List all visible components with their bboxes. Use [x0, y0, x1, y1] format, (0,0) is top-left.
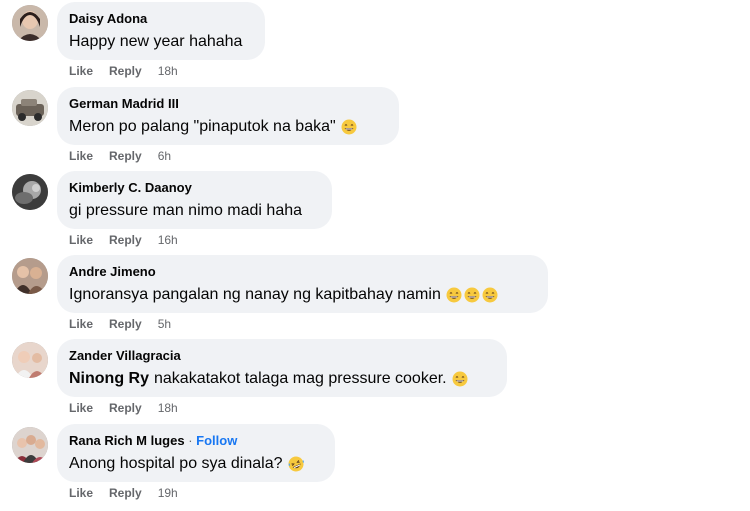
commenter-name[interactable]: Daisy Adona	[69, 11, 147, 26]
comment-actions: Like Reply 18h	[69, 400, 178, 416]
avatar[interactable]	[12, 427, 48, 463]
comment-actions: Like Reply 16h	[69, 232, 178, 248]
comment-bubble: German Madrid III Meron po palang "pinap…	[57, 87, 399, 145]
like-button[interactable]: Like	[69, 317, 93, 331]
comment-timestamp[interactable]: 18h	[158, 401, 178, 415]
commenter-name[interactable]: Rana Rich M luges	[69, 433, 185, 448]
commenter-name[interactable]: Zander Villagracia	[69, 348, 181, 363]
reply-button[interactable]: Reply	[109, 233, 142, 247]
comment-item: Kimberly C. Daanoy gi pressure man nimo …	[0, 171, 750, 256]
comment-item: Daisy Adona Happy new year hahaha Like Re…	[0, 2, 750, 87]
comment-timestamp[interactable]: 18h	[158, 64, 178, 78]
grinning-sweat-face-icon	[452, 371, 468, 387]
reply-button[interactable]: Reply	[109, 317, 142, 331]
reply-button[interactable]: Reply	[109, 149, 142, 163]
like-button[interactable]: Like	[69, 149, 93, 163]
like-button[interactable]: Like	[69, 486, 93, 500]
grinning-sweat-face-icon	[446, 287, 462, 303]
grinning-sweat-face-icon	[464, 287, 480, 303]
comment-actions: Like Reply 19h	[69, 485, 178, 501]
comment-bubble: Kimberly C. Daanoy gi pressure man nimo …	[57, 171, 332, 229]
avatar[interactable]	[12, 258, 48, 294]
commenter-name[interactable]: Kimberly C. Daanoy	[69, 180, 192, 195]
comment-text: Anong hospital po sya dinala?	[69, 455, 283, 472]
comment-bubble: Andre Jimeno Ignoransya pangalan ng nana…	[57, 255, 548, 313]
comment-text: Happy new year hahaha	[69, 33, 243, 50]
comment-item: Rana Rich M luges · Follow Anong hospita…	[0, 424, 750, 509]
comment-timestamp[interactable]: 19h	[158, 486, 178, 500]
reply-button[interactable]: Reply	[109, 64, 142, 78]
comment-bubble: Zander Villagracia Ninong Ry nakakatakot …	[57, 339, 507, 397]
grinning-sweat-face-icon	[341, 119, 357, 135]
like-button[interactable]: Like	[69, 401, 93, 415]
like-button[interactable]: Like	[69, 64, 93, 78]
comment-actions: Like Reply 5h	[69, 316, 171, 332]
avatar[interactable]	[12, 5, 48, 41]
avatar[interactable]	[12, 174, 48, 210]
comment-text: Meron po palang "pinaputok na baka"	[69, 118, 336, 135]
comment-bubble: Daisy Adona Happy new year hahaha	[57, 2, 265, 60]
avatar[interactable]	[12, 90, 48, 126]
mention-link[interactable]: Ninong Ry	[69, 368, 149, 390]
commenter-name[interactable]: Andre Jimeno	[69, 264, 156, 279]
separator-dot: ·	[188, 433, 193, 448]
comment-timestamp[interactable]: 6h	[158, 149, 171, 163]
comment-actions: Like Reply 6h	[69, 148, 171, 164]
comment-item: Andre Jimeno Ignoransya pangalan ng nana…	[0, 255, 750, 340]
comment-bubble: Rana Rich M luges · Follow Anong hospita…	[57, 424, 335, 482]
reply-button[interactable]: Reply	[109, 486, 142, 500]
commenter-name[interactable]: German Madrid III	[69, 96, 179, 111]
like-button[interactable]: Like	[69, 233, 93, 247]
reply-button[interactable]: Reply	[109, 401, 142, 415]
grinning-sweat-face-icon	[482, 287, 498, 303]
comment-timestamp[interactable]: 16h	[158, 233, 178, 247]
comment-item: German Madrid III Meron po palang "pinap…	[0, 87, 750, 172]
comment-text: Ignoransya pangalan ng nanay ng kapitbah…	[69, 286, 441, 303]
rofl-face-icon	[288, 456, 304, 472]
comment-item: Zander Villagracia Ninong Ry nakakatakot …	[0, 339, 750, 424]
comment-text: gi pressure man nimo madi haha	[69, 202, 303, 219]
follow-button[interactable]: Follow	[196, 433, 237, 448]
avatar[interactable]	[12, 342, 48, 378]
comment-actions: Like Reply 18h	[69, 63, 178, 79]
comment-text: nakakatakot talaga mag pressure cooker.	[154, 370, 447, 387]
comment-timestamp[interactable]: 5h	[158, 317, 171, 331]
